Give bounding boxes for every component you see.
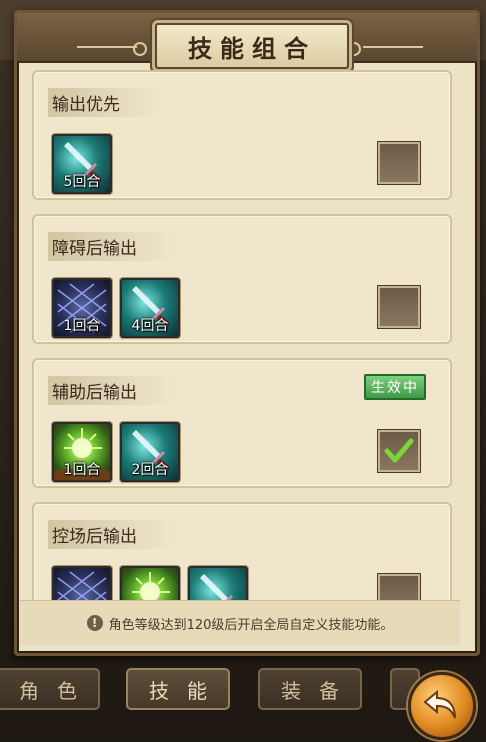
net-skill-icon[interactable]: 1回合 [52,278,112,338]
sword-skill-icon[interactable]: 2回合 [120,422,180,482]
title-plate: 技能组合 [155,23,349,69]
select-checkbox[interactable] [378,574,420,600]
title-ornament-right [363,46,423,48]
skill-turns: 4回合 [131,318,169,334]
sword-skill-icon[interactable] [188,566,248,600]
skill-turns: 5回合 [63,174,101,190]
title-ornament-right-ring [347,42,361,56]
combo-card[interactable]: 输出优先 5回合 [32,70,452,200]
heal-skill-icon[interactable] [120,566,180,600]
tab-equipment[interactable]: 装备 [258,668,362,710]
title-ornament-left-ring [133,42,147,56]
sword-skill-icon[interactable]: 5回合 [52,134,112,194]
skill-sequence: 5回合 [52,134,112,194]
combo-card[interactable]: 辅助后输出 1回合 2回合 生效中 [32,358,452,488]
combo-title: 辅助后输出 [48,376,177,405]
active-badge: 生效中 [364,374,426,400]
page-title: 技能组合 [188,33,316,63]
check-mark-icon [384,438,414,463]
combo-list[interactable]: 输出优先 5回合障碍后输出 1回合 4回合辅助后输出 1回合 2回合 生效中控场后输出 [20,64,460,600]
tab-label: 技能 [149,678,225,703]
combo-title: 障碍后输出 [48,232,177,261]
back-button[interactable] [408,672,476,740]
select-checkbox[interactable] [378,430,420,472]
skill-turns: 1回合 [63,318,101,334]
sword-skill-icon[interactable]: 4回合 [120,278,180,338]
notice-text: 角色等级达到120级后开启全局自定义技能功能。 [108,617,394,633]
tab-skills[interactable]: 技能 [126,668,230,710]
select-checkbox[interactable] [378,286,420,328]
combo-title: 输出优先 [48,88,160,117]
back-arrow-icon [423,689,456,719]
skill-turns: 1回合 [63,462,101,478]
combo-title: 控场后输出 [48,520,177,549]
combo-card[interactable]: 控场后输出 [32,502,452,600]
combo-card[interactable]: 障碍后输出 1回合 4回合 [32,214,452,344]
tab-character[interactable]: 角色 [0,668,100,710]
notice-bar: ! 角色等级达到120级后开启全局自定义技能功能。 [20,600,460,645]
tab-label: 装备 [281,678,357,703]
skill-sequence: 1回合 4回合 [52,278,180,338]
skill-sequence: 1回合 2回合 [52,422,180,482]
select-checkbox[interactable] [378,142,420,184]
net-skill-icon[interactable] [52,566,112,600]
info-icon: ! [86,615,103,631]
skill-turns: 2回合 [131,462,169,478]
title-ornament-left [77,46,137,48]
tab-label: 角色 [19,678,95,703]
heal-skill-icon[interactable]: 1回合 [52,422,112,482]
skill-sequence [52,566,248,600]
